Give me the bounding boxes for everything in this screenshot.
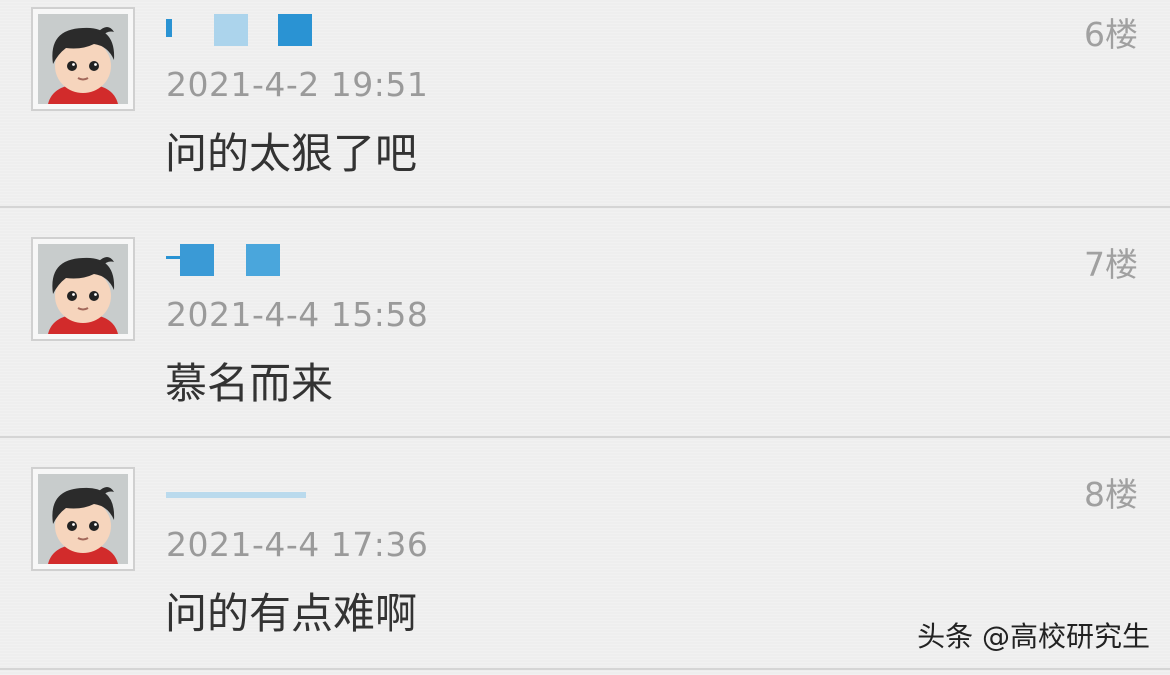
watermark: 头条 @高校研究生 xyxy=(917,620,1150,653)
avatar[interactable] xyxy=(31,467,135,571)
cartoon-boy-avatar-icon xyxy=(38,14,128,104)
username-redacted[interactable] xyxy=(166,4,406,46)
avatar[interactable] xyxy=(31,7,135,111)
comment-item: 2021-4-4 15:58 慕名而来 7楼 xyxy=(0,208,1170,438)
floor-number: 7楼 xyxy=(1084,245,1138,284)
comment-time: 2021-4-4 15:58 xyxy=(166,295,429,334)
comment-time: 2021-4-4 17:36 xyxy=(166,525,429,564)
cartoon-boy-avatar-icon xyxy=(38,474,128,564)
cartoon-boy-avatar-icon xyxy=(38,244,128,334)
comment-text: 慕名而来 xyxy=(165,359,334,408)
username-redacted[interactable] xyxy=(166,234,406,276)
username-redacted[interactable] xyxy=(166,464,406,498)
floor-number: 8楼 xyxy=(1084,475,1138,514)
floor-number: 6楼 xyxy=(1084,15,1138,54)
comment-text: 问的太狠了吧 xyxy=(165,129,418,178)
avatar[interactable] xyxy=(31,237,135,341)
comment-thread: 2021-4-2 19:51 问的太狠了吧 6楼 2021-4-4 15:58 … xyxy=(0,0,1170,675)
comment-text: 问的有点难啊 xyxy=(165,589,418,638)
comment-time: 2021-4-2 19:51 xyxy=(166,65,429,104)
comment-item: 2021-4-2 19:51 问的太狠了吧 6楼 xyxy=(0,0,1170,208)
